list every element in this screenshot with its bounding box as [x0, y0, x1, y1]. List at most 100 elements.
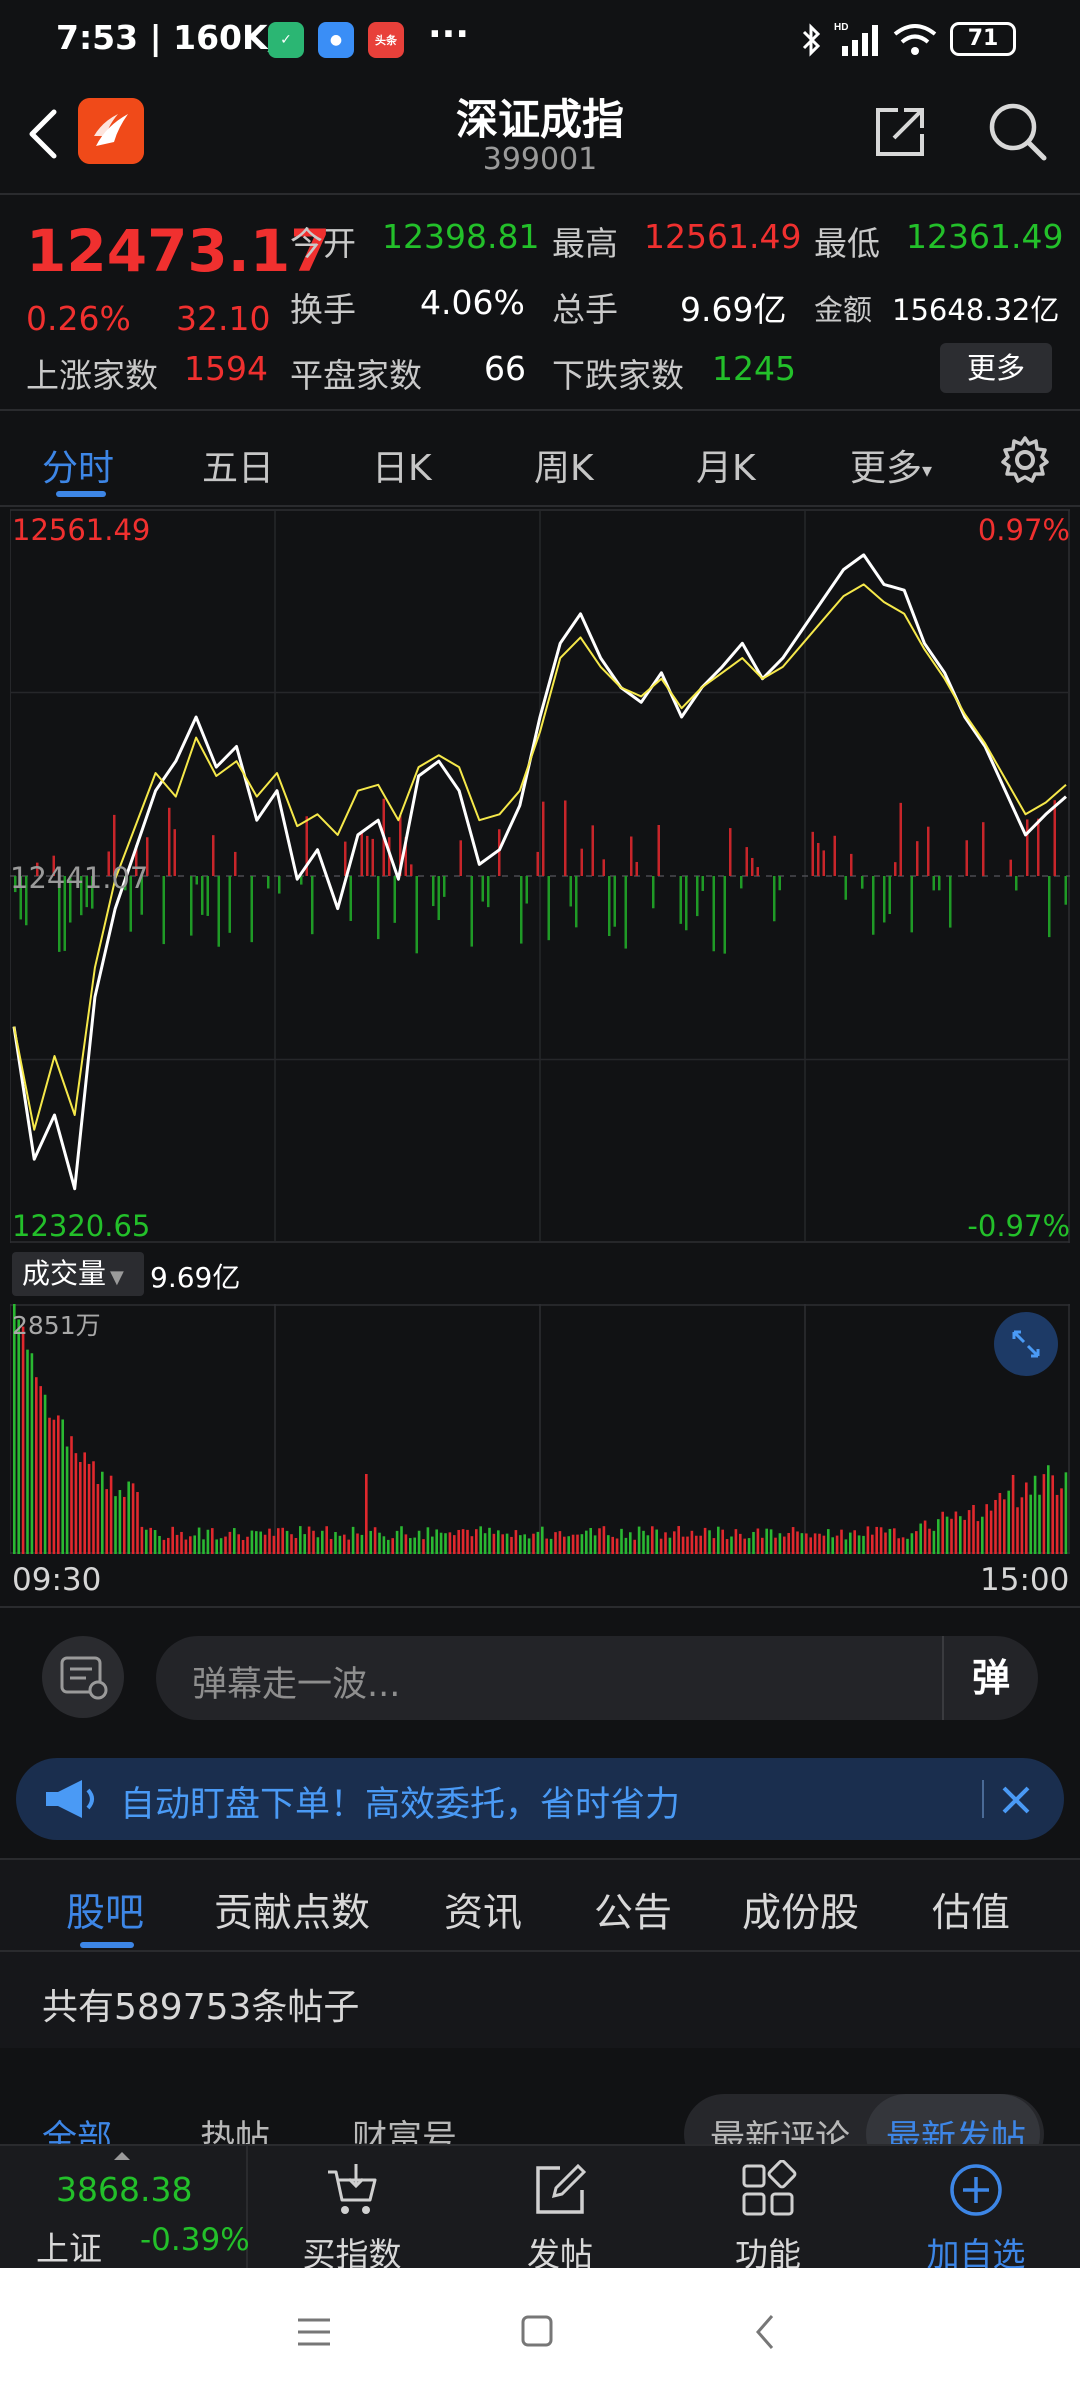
change-percent: 0.26% [26, 299, 131, 338]
volume-bar [70, 1436, 73, 1554]
close-icon[interactable] [998, 1782, 1034, 1818]
volume-bar [453, 1535, 456, 1554]
down-bar [778, 876, 781, 891]
nav-post[interactable]: 发帖 [480, 2146, 640, 2274]
filter-all[interactable]: 全部 [42, 2110, 112, 2144]
volume-bar [853, 1530, 856, 1554]
volume-bar [285, 1530, 289, 1554]
market-index-ticker[interactable]: 3868.38 上证 -0.39% [0, 2146, 250, 2270]
volume-bar [549, 1538, 553, 1554]
filter-fortune[interactable]: 财富号 [352, 2110, 457, 2144]
tab-weekly-k[interactable]: 周K [534, 439, 594, 491]
sort-latest-post[interactable]: 最新发帖 [886, 2110, 1026, 2144]
volume-bar [83, 1452, 86, 1554]
tab-monthly-k[interactable]: 月K [696, 439, 756, 491]
tab-contribution[interactable]: 贡献点数 [214, 1882, 370, 1938]
volume-bar [338, 1535, 342, 1554]
volume-bar [981, 1516, 984, 1554]
volume-bar [448, 1532, 452, 1554]
home-icon[interactable] [520, 2314, 554, 2348]
intraday-chart[interactable]: 12561.49 12441.07 12320.65 0.97% -0.97% [9, 509, 1070, 1243]
up-bar [168, 807, 171, 876]
volume-bar [307, 1526, 311, 1554]
search-icon[interactable] [986, 100, 1048, 162]
down-bar [696, 876, 699, 917]
volume-bar [21, 1326, 25, 1554]
volume-total: 9.69亿 [150, 1261, 241, 1294]
svg-text:HD: HD [834, 22, 848, 33]
nav-add-watchlist[interactable]: 加自选 [896, 2146, 1056, 2274]
system-back-icon[interactable] [752, 2312, 778, 2352]
volume-bar [629, 1532, 632, 1554]
menu-icon[interactable] [296, 2316, 332, 2348]
tab-valuation[interactable]: 估值 [932, 1882, 1010, 1938]
volume-bar [255, 1531, 258, 1554]
down-bar [949, 876, 952, 928]
volume-bar [391, 1538, 394, 1554]
tab-five-day[interactable]: 五日 [202, 439, 274, 491]
volume-bar [937, 1519, 940, 1554]
volume-bar [598, 1528, 601, 1554]
volume-indicator-dropdown[interactable]: 成交量 ▼ [12, 1252, 144, 1296]
volume-bar [994, 1499, 997, 1554]
tab-announcements[interactable]: 公告 [594, 1882, 672, 1938]
promo-banner[interactable]: 自动盯盘下单！高效委托，省时省力 [16, 1758, 1064, 1840]
volume-bar [708, 1530, 711, 1554]
filter-hot[interactable]: 热帖 [200, 2110, 270, 2144]
volume-bar [351, 1526, 355, 1554]
up-bar [1053, 800, 1056, 876]
volume-bar [277, 1528, 280, 1554]
volume-bar [743, 1538, 746, 1554]
up-bar [459, 840, 462, 876]
nav-functions[interactable]: 功能 [688, 2146, 848, 2274]
down-bar [773, 876, 776, 922]
down-bar [701, 876, 704, 891]
volume-bar [580, 1534, 584, 1554]
volume-bar [532, 1533, 535, 1554]
volume-bar [734, 1529, 738, 1554]
expand-icon[interactable] [994, 1312, 1058, 1376]
tab-more[interactable]: 更多▾ [850, 439, 932, 491]
volume-bar [343, 1534, 346, 1554]
tab-daily-k[interactable]: 日K [372, 439, 432, 491]
down-count-value: 1245 [712, 349, 796, 388]
volume-bar [827, 1529, 830, 1554]
volume-bar [180, 1531, 183, 1554]
tab-guba[interactable]: 股吧 [66, 1882, 144, 1938]
volume-bar [699, 1535, 702, 1554]
volume-bar [312, 1530, 315, 1554]
volume-bar [96, 1484, 100, 1554]
volume-bar [765, 1528, 768, 1554]
nav-buy-index[interactable]: 买指数 [272, 2146, 432, 2274]
share-icon[interactable] [870, 102, 930, 162]
settings-gear-icon[interactable] [1000, 435, 1050, 485]
volume-bar [136, 1492, 139, 1554]
volume-bar [510, 1536, 513, 1554]
volume-bar [783, 1536, 786, 1554]
down-bar [190, 876, 193, 936]
quote-more-button[interactable]: 更多 [940, 343, 1052, 393]
down-bar [652, 876, 655, 909]
volume-bar [294, 1538, 298, 1554]
volume-bar [488, 1527, 491, 1554]
index-change: -0.39% [140, 2222, 250, 2258]
tab-news[interactable]: 资讯 [444, 1882, 522, 1938]
volume-bar [712, 1538, 716, 1554]
sort-latest-comment[interactable]: 最新评论 [710, 2110, 850, 2144]
tab-intraday[interactable]: 分时 [42, 439, 114, 491]
volume-indicator-label: 成交量 [22, 1257, 107, 1290]
danmu-toggle-button[interactable] [42, 1636, 124, 1718]
volume-bar [131, 1483, 135, 1554]
volume-bar [523, 1534, 526, 1554]
up-bar [212, 835, 215, 876]
volume-bar [637, 1526, 641, 1554]
volume-bar [35, 1377, 38, 1554]
tab-constituents[interactable]: 成份股 [742, 1882, 859, 1938]
down-bar [547, 876, 550, 941]
up-bar [751, 857, 754, 876]
volume-chart[interactable]: 2851万 [9, 1288, 1070, 1554]
turnover-value: 4.06% [420, 283, 525, 322]
danmu-send-button[interactable]: 弹 [942, 1636, 1038, 1720]
danmu-input[interactable]: 弹幕走一波... 弹 [156, 1636, 1038, 1720]
volume-bar [563, 1536, 566, 1554]
